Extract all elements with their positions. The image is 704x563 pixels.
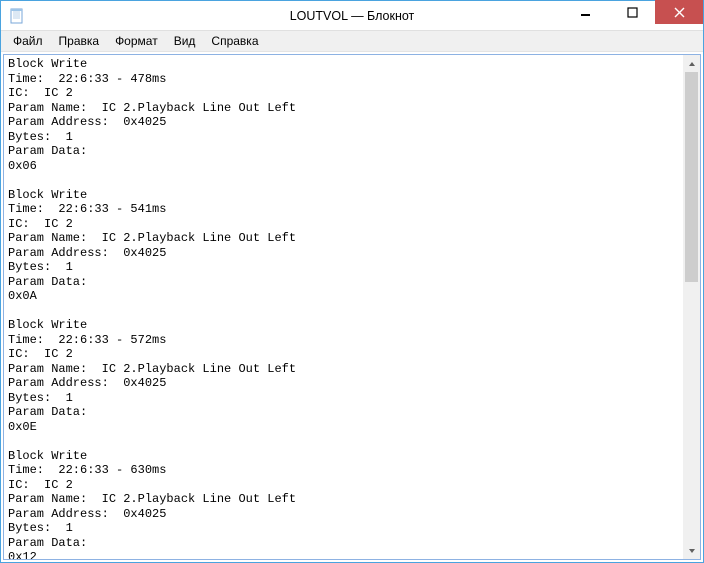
scroll-thumb[interactable]: [685, 72, 698, 282]
menu-view[interactable]: Вид: [166, 32, 204, 50]
menubar: Файл Правка Формат Вид Справка: [1, 31, 703, 52]
scroll-down-button[interactable]: [683, 542, 700, 559]
scroll-track[interactable]: [683, 72, 700, 542]
notepad-window: LOUTVOL — Блокнот Файл Правка Формат Вид…: [0, 0, 704, 563]
vertical-scrollbar[interactable]: [683, 55, 700, 559]
scroll-up-button[interactable]: [683, 55, 700, 72]
menu-file[interactable]: Файл: [5, 32, 51, 50]
menu-format[interactable]: Формат: [107, 32, 166, 50]
window-controls: [563, 1, 703, 30]
menu-help[interactable]: Справка: [203, 32, 266, 50]
close-button[interactable]: [655, 0, 703, 24]
content-border: Block Write Time: 22:6:33 - 478ms IC: IC…: [3, 54, 701, 560]
menu-edit[interactable]: Правка: [51, 32, 108, 50]
window-title: LOUTVOL — Блокнот: [290, 9, 415, 23]
content-wrapper: Block Write Time: 22:6:33 - 478ms IC: IC…: [1, 52, 703, 562]
minimize-button[interactable]: [563, 0, 609, 24]
text-content[interactable]: Block Write Time: 22:6:33 - 478ms IC: IC…: [4, 55, 683, 559]
titlebar[interactable]: LOUTVOL — Блокнот: [1, 1, 703, 31]
maximize-button[interactable]: [609, 0, 655, 24]
notepad-icon: [9, 8, 25, 24]
